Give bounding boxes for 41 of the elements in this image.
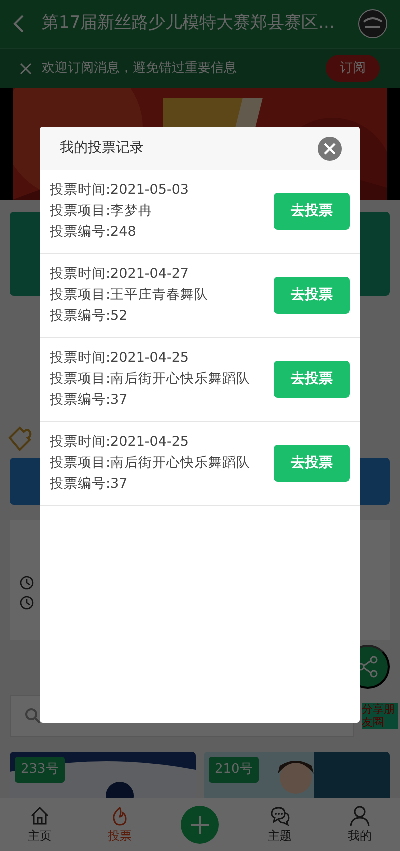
number-badge: 233号 <box>15 757 65 782</box>
plus-icon <box>189 814 211 836</box>
dialog-title: 我的投票记录 <box>60 139 144 158</box>
back-button[interactable] <box>12 14 26 34</box>
tab-item[interactable]: 主题 <box>240 805 320 845</box>
record-line: 投票时间:2021-05-03 <box>50 181 190 200</box>
close-icon[interactable] <box>20 62 32 74</box>
record-line: 投票时间:2021-04-25 <box>50 433 190 452</box>
record-line: 投票编号:248 <box>50 223 138 242</box>
record-line: 投票项目:李梦冉 <box>50 202 154 221</box>
add-button[interactable] <box>181 806 219 844</box>
person-icon <box>349 805 371 827</box>
record-line: 投票编号:37 <box>50 475 129 494</box>
record-line: 投票编号:52 <box>50 307 129 326</box>
subscribe-message: 欢迎订阅消息，避免错过重要信息 <box>42 60 238 78</box>
page-title: 第17届新丝路少儿模特大赛郑县赛区... <box>42 12 336 36</box>
vote-button[interactable]: 去投票 <box>274 445 350 482</box>
clock-icon <box>20 576 34 590</box>
number-badge: 210号 <box>209 757 259 782</box>
clock-icon <box>20 596 34 610</box>
home-icon <box>29 805 51 827</box>
vote-button[interactable]: 去投票 <box>274 193 350 230</box>
close-button[interactable] <box>318 136 342 160</box>
close-icon <box>324 142 336 154</box>
tab-item[interactable]: 投票 <box>80 805 160 845</box>
record-line: 投票项目:南后街开心快乐舞蹈队 <box>50 454 252 473</box>
puzzle-icon <box>6 424 34 452</box>
chat-icon <box>269 805 291 827</box>
share-label[interactable]: 分享朋友圈 <box>362 702 398 730</box>
record-line: 投票编号:37 <box>50 391 129 410</box>
vote-button[interactable]: 去投票 <box>274 361 350 398</box>
avatar-icon[interactable] <box>358 9 388 39</box>
record-line: 投票项目:王平庄青春舞队 <box>50 286 210 305</box>
search-icon <box>25 708 41 724</box>
tab-item[interactable]: 我的 <box>320 805 400 845</box>
vote-button[interactable]: 去投票 <box>274 277 350 314</box>
record-line: 投票时间:2021-04-25 <box>50 349 190 368</box>
record-line: 投票时间:2021-04-27 <box>50 265 190 284</box>
subscribe-button[interactable]: 订阅 <box>326 54 380 82</box>
record-line: 投票项目:南后街开心快乐舞蹈队 <box>50 370 252 389</box>
tab-item[interactable]: 主页 <box>0 805 80 845</box>
